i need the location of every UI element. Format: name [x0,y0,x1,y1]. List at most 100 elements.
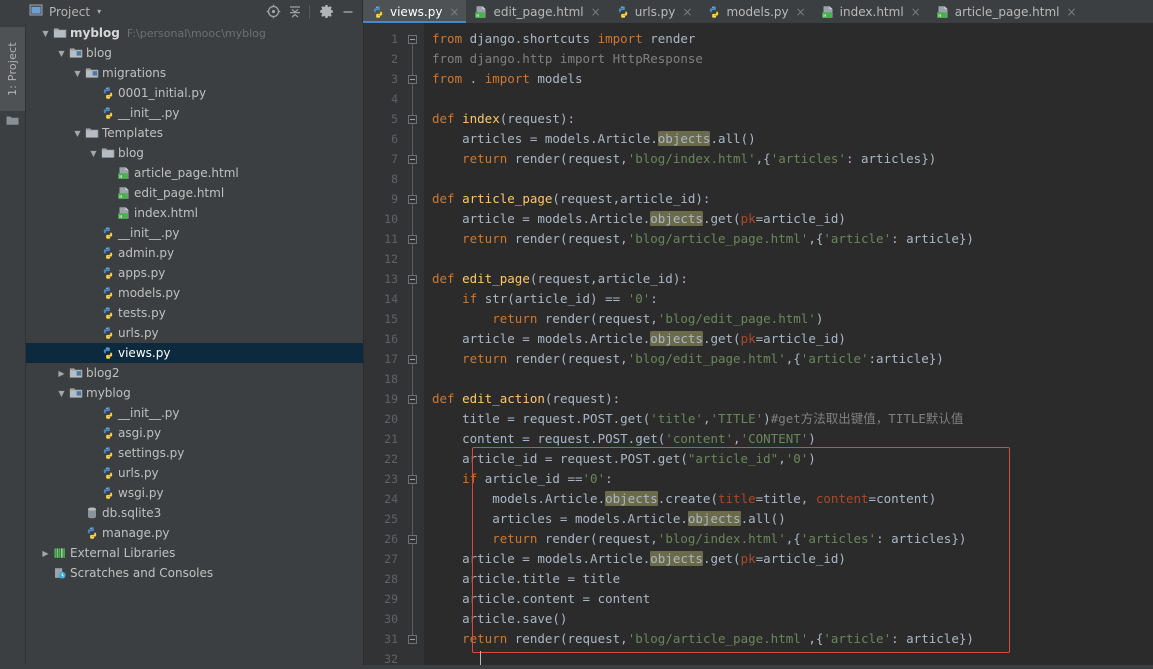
code-line[interactable]: article.save() [432,609,567,629]
tree-item[interactable]: db.sqlite3 [26,503,363,523]
editor-tab-models-py[interactable]: models.py × [699,0,812,23]
code-line[interactable]: article = models.Article.objects.get(pk=… [432,329,846,349]
chevron-down-icon[interactable]: ▾ [97,7,101,16]
code-line[interactable]: from . import models [432,69,583,89]
code-line[interactable]: def edit_page(request,article_id): [432,269,688,289]
close-icon[interactable]: × [591,6,601,18]
tree-item[interactable]: wsgi.py [26,483,363,503]
fold-toggle-icon[interactable] [408,269,417,289]
tree-item[interactable]: urls.py [26,323,363,343]
code-line[interactable]: article.title = title [432,569,620,589]
code-line[interactable]: article = models.Article.objects.get(pk=… [432,549,846,569]
close-icon[interactable]: × [796,6,806,18]
code-line[interactable]: title = request.POST.get('title','TITLE'… [432,409,963,429]
collapse-all-icon[interactable] [285,3,305,21]
tree-item[interactable]: Hindex.html [26,203,363,223]
tree-item[interactable]: models.py [26,283,363,303]
tree-item[interactable]: ▶ External Libraries [26,543,363,563]
folder-icon[interactable] [6,115,19,129]
chevron-down-icon[interactable]: ▼ [88,149,99,158]
tree-item[interactable]: settings.py [26,443,363,463]
tree-item[interactable]: manage.py [26,523,363,543]
tree-item[interactable]: tests.py [26,303,363,323]
tree-item[interactable]: admin.py [26,243,363,263]
tree-item[interactable]: __init__.py [26,223,363,243]
sidebar-item-project[interactable]: 1: Project [0,27,25,111]
fold-toggle-icon[interactable] [408,149,417,169]
fold-toggle-icon[interactable] [408,109,417,129]
code-line[interactable]: return render(request,'blog/index.html',… [432,149,936,169]
code-line[interactable]: return render(request,'blog/index.html',… [432,529,966,549]
fold-toggle-icon[interactable] [408,389,417,409]
settings-gear-icon[interactable] [316,3,336,21]
project-tree[interactable]: ▼ myblog F:\personal\mooc\myblog ▼ blog ▼ migr… [26,23,364,665]
code-line[interactable]: def index(request): [432,109,575,129]
tree-item[interactable]: __init__.py [26,403,363,423]
editor-tab-edit-page-html[interactable]: Hedit_page.html × [466,0,607,23]
fold-toggle-icon[interactable] [408,349,417,369]
fold-toggle-icon[interactable] [408,69,417,89]
code-line[interactable]: content = request.POST.get('content','CO… [432,429,816,449]
tree-item[interactable]: ▼ Templates [26,123,363,143]
project-panel-header: Project ▾ [25,0,362,23]
fold-toggle-icon[interactable] [408,229,417,249]
editor-tab-views-py[interactable]: views.py × [363,0,467,23]
tree-item[interactable]: Hedit_page.html [26,183,363,203]
close-icon[interactable]: × [1066,6,1076,18]
code-editor[interactable]: 1 2 3 4 5 6 7 8 9 10 11 12 13 14 15 16 17 18 19 20 21 22 23 24 2… [364,23,1153,666]
tree-item[interactable]: Scratches and Consoles [26,563,363,583]
tree-item[interactable]: __init__.py [26,103,363,123]
fold-toggle-icon[interactable] [408,29,417,49]
tree-item[interactable]: ▼ blog [26,43,363,63]
hide-panel-icon[interactable] [338,3,358,21]
close-icon[interactable]: × [911,6,921,18]
code-line[interactable]: articles = models.Article.objects.all() [432,509,786,529]
chevron-down-icon[interactable]: ▼ [56,389,67,398]
code-line[interactable]: return render(request,'blog/article_page… [432,229,974,249]
editor-gutter[interactable]: 1 2 3 4 5 6 7 8 9 10 11 12 13 14 15 16 17 18 19 20 21 22 23 24 2… [364,23,424,666]
tree-item[interactable]: apps.py [26,263,363,283]
code-line[interactable]: article = models.Article.objects.get(pk=… [432,209,846,229]
code-line[interactable]: return render(request,'blog/edit_page.ht… [432,349,944,369]
locate-icon[interactable] [263,3,283,21]
tree-item[interactable]: ▼ myblog F:\personal\mooc\myblog [26,23,363,43]
code-line[interactable]: from django.shortcuts import render [432,29,695,49]
code-line[interactable]: article_id = request.POST.get("article_i… [432,449,816,469]
close-icon[interactable]: × [682,6,692,18]
chevron-down-icon[interactable]: ▼ [56,49,67,58]
code-line[interactable]: def article_page(request,article_id): [432,189,710,209]
code-line[interactable]: article.content = content [432,589,650,609]
editor-tab-index-html[interactable]: Hindex.html × [813,0,928,23]
code-line[interactable]: return render(request,'blog/article_page… [432,629,974,649]
chevron-down-icon[interactable]: ▼ [72,69,83,78]
editor-tab-urls-py[interactable]: urls.py × [608,0,700,23]
tree-item-selected[interactable]: views.py [26,343,363,363]
code-line[interactable]: from django.http import HttpResponse [432,49,703,69]
code-line[interactable]: return render(request,'blog/edit_page.ht… [432,309,823,329]
fold-toggle-icon[interactable] [408,469,417,489]
code-line[interactable]: if article_id =='0': [432,469,613,489]
tree-item[interactable]: 0001_initial.py [26,83,363,103]
code-line[interactable]: models.Article.objects.create(title=titl… [432,489,936,509]
code-area[interactable]: from django.shortcuts import render from … [424,23,1153,665]
fold-toggle-icon[interactable] [408,189,417,209]
code-line[interactable]: articles = models.Article.objects.all() [432,129,756,149]
tree-item[interactable]: asgi.py [26,423,363,443]
chevron-right-icon[interactable]: ▶ [56,369,67,378]
chevron-right-icon[interactable]: ▶ [40,549,51,558]
code-line[interactable]: def edit_action(request): [432,389,620,409]
code-line[interactable]: if str(article_id) == '0': [432,289,658,309]
chevron-down-icon[interactable]: ▼ [40,29,51,38]
close-icon[interactable]: × [449,6,459,18]
tree-item[interactable]: ▼ myblog [26,383,363,403]
chevron-down-icon[interactable]: ▼ [72,129,83,138]
tree-item[interactable]: ▼ migrations [26,63,363,83]
editor-tab-article-page-html[interactable]: Harticle_page.html × [928,0,1084,23]
fold-toggle-icon[interactable] [408,529,417,549]
tree-item[interactable]: ▶ blog2 [26,363,363,383]
line-number: 29 [384,592,398,606]
fold-toggle-icon[interactable] [408,629,417,649]
tree-item[interactable]: urls.py [26,463,363,483]
tree-item[interactable]: ▼ blog [26,143,363,163]
tree-item[interactable]: Harticle_page.html [26,163,363,183]
